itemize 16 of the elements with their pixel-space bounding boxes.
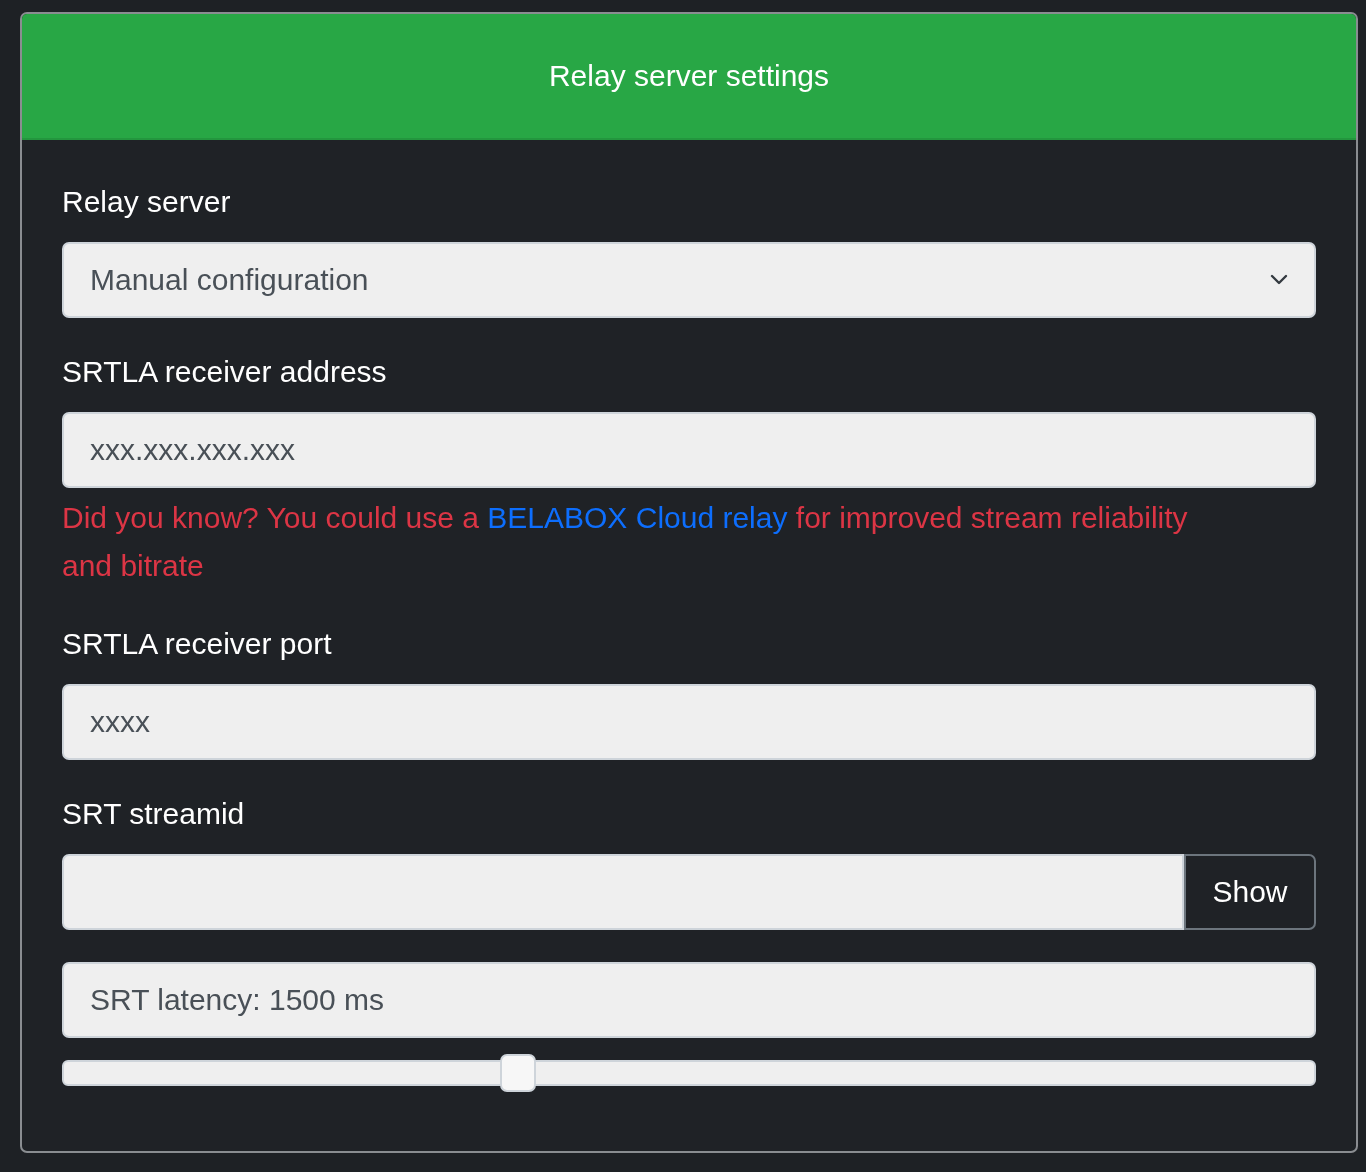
hint-text: Did you know? You could use a BELABOX Cloud relay for improved stream reliability and bitrate [62, 500, 1189, 584]
streamid-input[interactable] [62, 854, 1184, 930]
field-label: SRT streamid [62, 796, 246, 832]
chevron-down-icon [1270, 274, 1288, 286]
field-label: SRTLA receiver address [62, 354, 388, 390]
cloud-relay-link[interactable]: BELABOX Cloud relay [487, 501, 788, 534]
relay-server-select[interactable]: Manual configuration [62, 242, 1316, 318]
field-label: Relay server [62, 184, 232, 220]
show-button[interactable]: Show [1184, 854, 1316, 930]
address-input[interactable]: xxx.xxx.xxx.xxx [62, 412, 1316, 488]
card-title: Relay server settings [548, 59, 830, 93]
latency-slider[interactable] [62, 1054, 1316, 1092]
slider-thumb[interactable] [500, 1054, 537, 1092]
port-input[interactable]: xxxx [62, 684, 1316, 760]
latency-field[interactable]: SRT latency: 1500 ms [62, 962, 1316, 1038]
field-label: SRTLA receiver port [62, 626, 333, 662]
